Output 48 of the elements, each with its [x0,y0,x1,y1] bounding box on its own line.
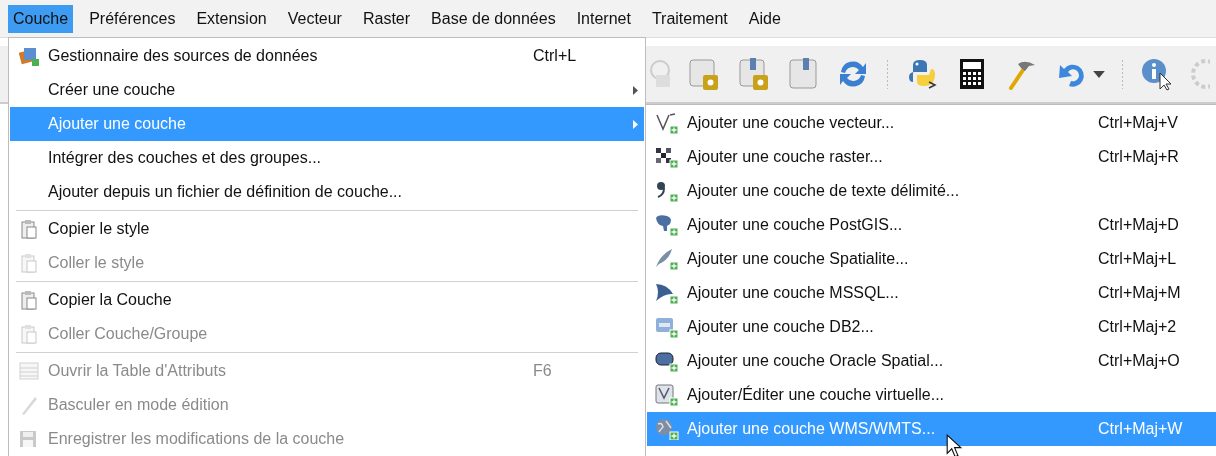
checker-icon [655,146,679,168]
menu-bar-item[interactable]: Base de données [426,4,561,33]
menu-item[interactable]: Ajouter/Éditer une couche virtuelle... [647,378,1216,412]
menu-item[interactable]: Copier la Couche [10,283,644,317]
menu-bar-item[interactable]: Préférences [84,4,181,33]
map-gear-icon[interactable] [686,57,720,91]
menu-item[interactable]: Ajouter une couche Oracle Spatial... Ctrl+Maj+O [647,344,1216,378]
menu-item[interactable]: Ajouter une couche PostGIS... Ctrl+Maj+D [647,208,1216,242]
clipboard-icon [21,219,37,239]
menu-bar-item[interactable]: Vecteur [282,4,347,33]
clipboard-icon [21,290,37,310]
floppy-icon [19,429,39,449]
submenu-arrow-icon [633,85,638,95]
menu-bar-item[interactable]: Raster [357,4,416,33]
menu-bar-item[interactable]: Extension [191,4,272,33]
vertex-icon [655,112,679,134]
menu-bar-item[interactable]: Aide [743,4,786,33]
menu-item[interactable]: Gestionnaire des sources de données Ctrl+L [10,39,644,73]
sail-icon [655,282,679,304]
clipboard-icon [21,324,37,344]
map-pin-gear-icon[interactable] [736,57,770,91]
rounded-box-icon [655,350,679,372]
menu-item[interactable]: Créer une couche [10,73,644,107]
menu-bar-item[interactable]: Internet [571,4,636,33]
menu-bar-item[interactable]: Traitement [646,4,733,33]
menu-item[interactable]: Intégrer des couches et des groupes... [10,141,644,175]
info-cursor-icon[interactable] [1140,57,1174,91]
menu-item[interactable]: Ajouter une couche Spatialite... Ctrl+Maj+L [647,242,1216,276]
clipboard-icon [21,253,37,273]
comma-icon [655,180,679,202]
funnel-box-icon [655,384,679,406]
database-icon [655,316,679,338]
menu-item[interactable]: Ajouter une couche MSSQL... Ctrl+Maj+M [647,276,1216,310]
submenu-arrow-icon [633,119,638,129]
globe-icon [655,418,679,440]
layers-icon [19,46,39,66]
menu-bar-item[interactable]: Couche [8,4,74,33]
feather-icon [655,248,679,270]
menu-item[interactable]: Ajouter depuis un fichier de définition de couche... [10,175,644,209]
pencil-icon [19,395,39,415]
caret-icon[interactable] [1093,70,1105,78]
menu-item[interactable]: Copier le style [10,212,644,246]
menu-item[interactable]: Ajouter une couche de texte délimité... [647,174,1216,208]
table-icon [19,361,39,381]
menu-item[interactable]: Ajouter une couche vecteur... Ctrl+Maj+V [647,106,1216,140]
menu-item[interactable]: Ajouter une couche DB2... Ctrl+Maj+2 [647,310,1216,344]
menu-item[interactable]: Ajouter une couche raster... Ctrl+Maj+R [647,140,1216,174]
map-pin-icon[interactable] [786,57,820,91]
